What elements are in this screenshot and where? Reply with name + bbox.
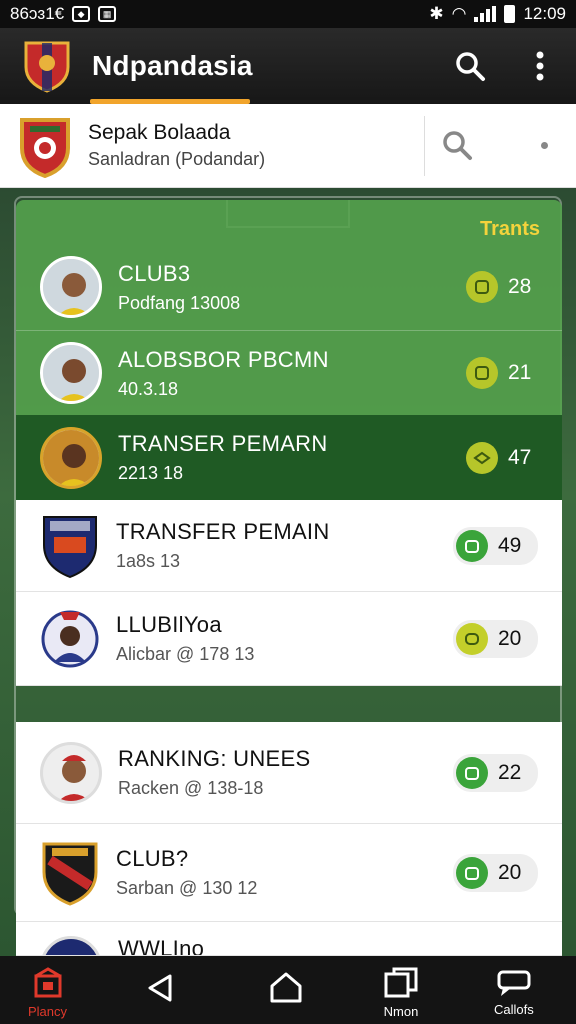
- item-title: LLUBIlYoa: [116, 612, 222, 637]
- list-item[interactable]: CLUB3 Podfang 13008 28: [16, 244, 562, 330]
- player-avatar: [40, 256, 102, 318]
- player-avatar: [40, 426, 102, 489]
- list-item[interactable]: WWLIno: [16, 922, 562, 956]
- item-subtitle: 1a8s 13: [116, 551, 181, 571]
- nav-callofs[interactable]: Callofs: [494, 966, 534, 1017]
- item-count: 20: [498, 860, 522, 884]
- item-count: 47: [508, 445, 532, 469]
- club-crest-icon: [42, 842, 98, 906]
- league-subtitle: Sanladran (Podandar): [88, 149, 266, 169]
- home-icon: [270, 972, 302, 1003]
- shirt-icon: [456, 529, 488, 562]
- battery-icon: [504, 5, 516, 23]
- recents-icon: [384, 967, 418, 998]
- item-count: 22: [498, 760, 522, 784]
- shirt-icon: [456, 756, 488, 789]
- list-item[interactable]: ALOBSBOR PBCMN 40.3.18 21: [16, 331, 562, 415]
- home-box-icon: [34, 967, 62, 998]
- league-search-button[interactable]: [440, 128, 474, 167]
- item-subtitle: 2213 18: [118, 463, 184, 483]
- signal-icon: [474, 6, 497, 22]
- item-title: CLUB?: [116, 846, 189, 871]
- list-item[interactable]: CLUB? Sarban @ 130 12 20: [16, 824, 562, 922]
- trophy-icon: [466, 271, 498, 303]
- ticket-icon: [466, 441, 498, 474]
- item-title: WWLIno: [118, 936, 205, 956]
- app-bar: Ndpandasia: [0, 28, 576, 104]
- notification-icon: ◆: [72, 6, 91, 22]
- item-title: TRANSER PEMARN: [118, 431, 328, 456]
- item-subtitle: Alicbar @ 178 13: [116, 644, 255, 664]
- league-header[interactable]: Sepak Bolaada Sanladran (Podandar): [0, 104, 576, 188]
- list-item-selected[interactable]: TRANSER PEMARN 2213 18 47: [16, 415, 562, 500]
- bluetooth-icon: ✱: [429, 4, 444, 23]
- item-subtitle: Podfang 13008: [118, 292, 241, 313]
- item-title: TRANSFER PEMAIN: [116, 519, 330, 544]
- nav-back[interactable]: [144, 972, 176, 1004]
- player-avatar: [40, 936, 102, 955]
- item-title: ALOBSBOR PBCMN: [118, 346, 329, 372]
- club-crest-icon: [41, 610, 99, 667]
- item-count: 28: [508, 275, 532, 298]
- list-item[interactable]: RANKING: UNEES Racken @ 138-18 22: [16, 722, 562, 824]
- gallery-icon: ▦: [98, 6, 117, 22]
- app-title: Ndpandasia: [92, 50, 253, 81]
- club-crest-icon: [43, 515, 97, 578]
- nav-label: Nmon: [383, 1004, 419, 1019]
- nav-plancy[interactable]: Plancy: [28, 966, 67, 1019]
- list-item[interactable]: TRANSFER PEMAIN 1a8s 13 49: [16, 500, 562, 592]
- nav-label: Plancy: [28, 1004, 68, 1019]
- bottom-navigation: Plancy Nmon Callofs: [0, 956, 576, 1024]
- panel-title: Trants: [479, 218, 540, 240]
- item-subtitle: Sarban @ 130 12: [116, 878, 258, 898]
- status-bar: 86ɔɜ1€ ◆ ▦ ✱ ◠ 12:09: [0, 0, 576, 28]
- search-button[interactable]: [452, 48, 488, 84]
- league-crest-icon: [20, 117, 70, 178]
- item-subtitle: Racken @ 138-18: [118, 778, 264, 798]
- player-avatar: [40, 741, 102, 804]
- item-subtitle: 40.3.18: [118, 378, 179, 399]
- league-title: Sepak Bolaada: [88, 121, 231, 144]
- item-count: 20: [498, 626, 522, 650]
- wifi-icon: ◠: [451, 4, 467, 23]
- item-count: 21: [508, 361, 532, 384]
- club-logo-icon: [24, 41, 70, 93]
- nav-home[interactable]: [268, 970, 304, 1004]
- shirt-icon: [456, 856, 488, 889]
- more-dot-icon[interactable]: [541, 142, 548, 149]
- player-avatar: [40, 342, 102, 404]
- cup-icon: [456, 622, 488, 655]
- item-title: CLUB3: [118, 260, 191, 286]
- search-icon: [443, 131, 472, 160]
- item-title: RANKING: UNEES: [118, 746, 311, 771]
- more-vert-icon: [536, 51, 544, 81]
- chat-icon: [497, 970, 531, 996]
- header-divider: [424, 116, 425, 176]
- back-triangle-icon: [148, 974, 172, 1002]
- list-item[interactable]: LLUBIlYoa Alicbar @ 178 13 20: [16, 592, 562, 686]
- status-time: 12:09: [523, 4, 566, 23]
- nav-label: Callofs: [494, 1002, 534, 1017]
- overflow-menu-button[interactable]: [522, 48, 558, 84]
- trophy-icon: [466, 357, 498, 389]
- status-left-text: 86ɔɜ1€: [10, 4, 65, 23]
- search-icon: [456, 52, 485, 81]
- nav-recents[interactable]: Nmon: [382, 966, 420, 1019]
- item-count: 49: [498, 533, 522, 557]
